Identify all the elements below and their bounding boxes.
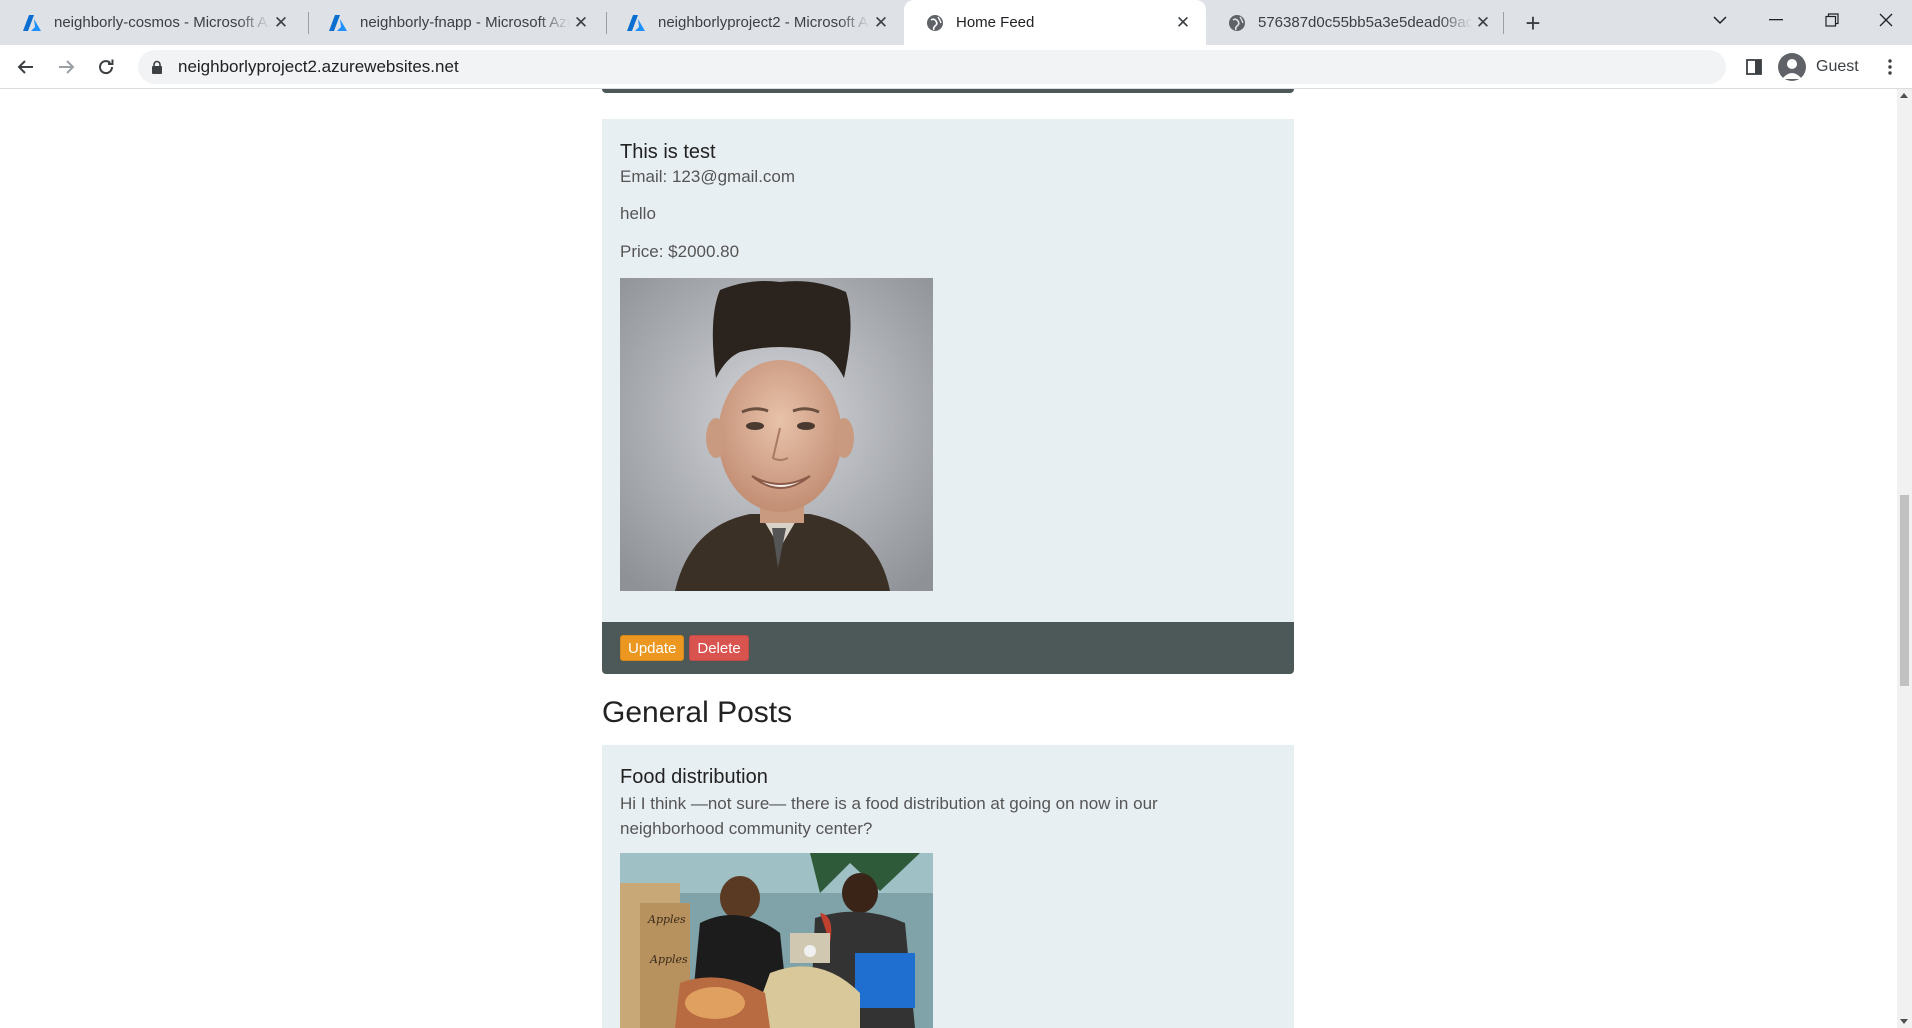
general-post-card: Food distribution Hi I think —not sure— … bbox=[602, 745, 1294, 1028]
post-description: hello bbox=[620, 204, 656, 223]
kebab-menu-icon bbox=[1888, 59, 1892, 75]
post-title: This is test bbox=[620, 141, 716, 163]
reload-icon bbox=[99, 59, 114, 75]
side-panel-button[interactable] bbox=[1738, 51, 1770, 83]
tab-title: neighborlyproject2 - Microsoft Azure bbox=[658, 14, 870, 31]
tab-strip: neighborly-cosmos - Microsoft Azure ✕ ne… bbox=[0, 0, 1912, 45]
close-icon[interactable]: ✕ bbox=[570, 12, 592, 34]
browser-toolbar: neighborlyproject2.azurewebsites.net Gue… bbox=[0, 45, 1912, 89]
post-card: This is test Email: 123@gmail.com hello … bbox=[602, 119, 1294, 622]
general-post-text: Hi I think —not sure— there is a food di… bbox=[620, 794, 1158, 838]
close-icon[interactable]: ✕ bbox=[1172, 12, 1194, 34]
update-button[interactable]: Update bbox=[620, 635, 685, 661]
tab-neighborly-fnapp[interactable]: neighborly-fnapp - Microsoft Azure ✕ bbox=[306, 0, 604, 45]
portrait-photo bbox=[620, 278, 933, 591]
tab-title: 576387d0c55bb5a3e5dead09ac5 bbox=[1258, 14, 1472, 31]
tab-home-feed[interactable]: Home Feed ✕ bbox=[904, 0, 1206, 45]
post-card-footer: Update Delete bbox=[602, 622, 1294, 674]
close-icon[interactable]: ✕ bbox=[1472, 12, 1494, 34]
tab-title: Home Feed bbox=[956, 14, 1035, 31]
tab-hash[interactable]: 576387d0c55bb5a3e5dead09ac5 ✕ bbox=[1206, 0, 1506, 45]
post-image bbox=[620, 278, 933, 591]
new-tab-button[interactable]: + bbox=[1518, 8, 1548, 38]
general-post-image: Apples Apples bbox=[620, 853, 933, 1028]
section-heading-general-posts: General Posts bbox=[602, 696, 793, 729]
globe-icon bbox=[1229, 14, 1245, 31]
minimize-button[interactable] bbox=[1748, 0, 1804, 40]
arrow-right-icon bbox=[59, 60, 75, 74]
previous-card-footer bbox=[602, 89, 1294, 93]
close-icon[interactable]: ✕ bbox=[870, 12, 892, 34]
tab-title: neighborly-cosmos - Microsoft Azure bbox=[54, 14, 270, 31]
svg-text:Apples: Apples bbox=[647, 913, 686, 926]
restore-icon bbox=[1825, 13, 1839, 27]
azure-icon bbox=[23, 14, 41, 31]
url-text[interactable]: neighborlyproject2.azurewebsites.net bbox=[178, 57, 459, 77]
tab-title: neighborly-fnapp - Microsoft Azure bbox=[360, 14, 570, 31]
scroll-down-icon[interactable] bbox=[1900, 1019, 1908, 1024]
reload-button[interactable] bbox=[90, 51, 122, 83]
forward-button[interactable] bbox=[50, 51, 82, 83]
globe-icon bbox=[927, 14, 943, 31]
arrow-left-icon bbox=[17, 60, 33, 74]
general-post-title: Food distribution bbox=[620, 766, 768, 788]
restore-button[interactable] bbox=[1804, 0, 1860, 40]
azure-icon bbox=[329, 14, 347, 31]
tab-neighborlyproject2[interactable]: neighborlyproject2 - Microsoft Azure ✕ bbox=[604, 0, 904, 45]
scrollbar-thumb[interactable] bbox=[1900, 495, 1909, 686]
svg-text:Apples: Apples bbox=[649, 953, 688, 966]
side-panel-icon bbox=[1746, 59, 1762, 75]
profile-label: Guest bbox=[1816, 58, 1859, 75]
post-email: Email: 123@gmail.com bbox=[620, 167, 796, 186]
page-scrollbar[interactable] bbox=[1897, 89, 1912, 1028]
azure-icon bbox=[627, 14, 645, 31]
post-price: Price: $2000.80 bbox=[620, 242, 740, 261]
profile-button[interactable]: Guest bbox=[1778, 50, 1859, 84]
avatar-icon bbox=[1778, 53, 1806, 81]
page-viewport: This is test Email: 123@gmail.com hello … bbox=[0, 89, 1912, 1028]
lock-icon[interactable] bbox=[150, 60, 164, 74]
delete-button[interactable]: Delete bbox=[689, 635, 749, 661]
tab-search-button[interactable] bbox=[1692, 0, 1748, 40]
close-icon bbox=[1879, 13, 1893, 27]
minimize-icon bbox=[1769, 19, 1783, 21]
scroll-up-icon[interactable] bbox=[1900, 93, 1908, 98]
food-distribution-photo: Apples Apples bbox=[620, 853, 933, 1028]
chevron-down-icon bbox=[1713, 16, 1727, 25]
address-bar[interactable]: neighborlyproject2.azurewebsites.net bbox=[138, 50, 1726, 84]
tab-separator bbox=[1503, 12, 1504, 34]
menu-button[interactable] bbox=[1880, 51, 1900, 83]
close-window-button[interactable] bbox=[1860, 0, 1912, 40]
back-button[interactable] bbox=[10, 51, 42, 83]
close-icon[interactable]: ✕ bbox=[270, 12, 292, 34]
tab-neighborly-cosmos[interactable]: neighborly-cosmos - Microsoft Azure ✕ bbox=[0, 0, 304, 45]
